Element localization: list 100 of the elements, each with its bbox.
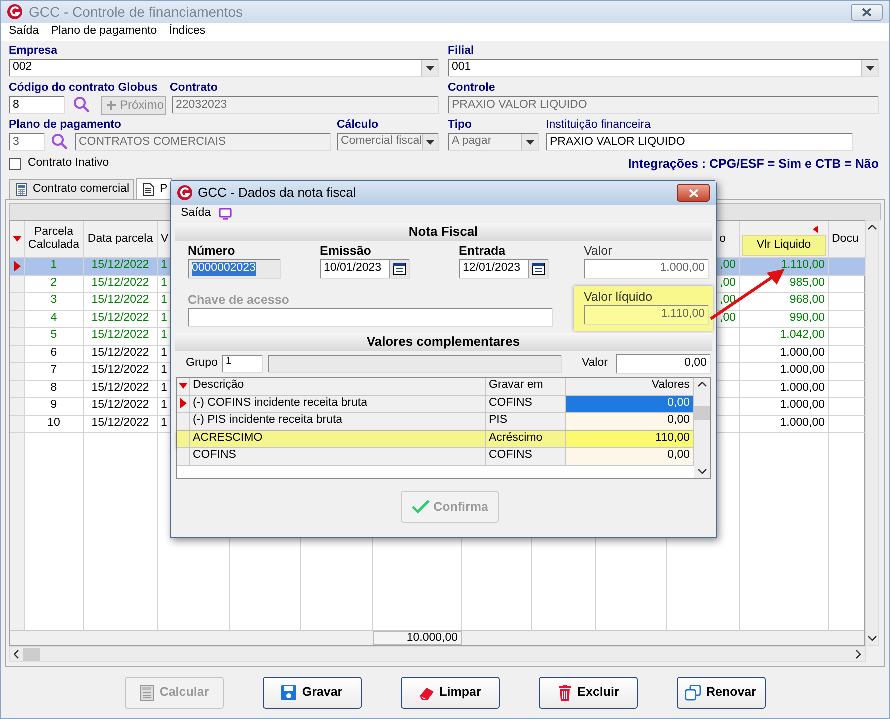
table-cell[interactable]: 0,00 [566, 396, 694, 413]
table-cell: 15/12/2022 [92, 416, 150, 431]
date-field[interactable]: 12/01/2023 [459, 259, 549, 279]
close-button[interactable] [851, 4, 883, 20]
input-field[interactable]: 3 [9, 133, 45, 151]
search-icon[interactable] [73, 96, 91, 114]
input-field[interactable]: 8 [9, 96, 65, 114]
horizontal-scrollbar[interactable] [9, 646, 866, 662]
field-label: Instituição financeira [546, 118, 651, 132]
date-field[interactable]: 10/01/2023 [320, 259, 410, 279]
scroll-thumb[interactable] [23, 648, 40, 660]
table-cell: ,00 [720, 276, 736, 291]
input-field[interactable]: PRAXIO VALOR LIQUIDO [546, 133, 853, 151]
caret-icon [426, 66, 434, 70]
checkbox[interactable] [9, 158, 21, 170]
table-cell: 15/12/2022 [92, 294, 150, 308]
table-cell[interactable]: 0,00 [566, 448, 694, 466]
row-pointer-icon [180, 398, 186, 410]
input-field[interactable]: 1.110,00 [584, 305, 709, 325]
field-label: Controle [448, 81, 496, 95]
input-field[interactable]: PRAXIO VALOR LIQUIDO [448, 96, 879, 114]
close-button[interactable] [677, 184, 710, 202]
input-field[interactable]: 22032023 [172, 96, 439, 114]
table-cell: 15/12/2022 [92, 346, 150, 361]
dialog-title: GCC - Dados da nota fiscal [198, 185, 356, 201]
close-icon[interactable] [862, 8, 872, 16]
action-button[interactable]: Gravar [262, 676, 362, 708]
column-header[interactable]: o [720, 232, 726, 246]
app-logo-icon [7, 4, 23, 20]
input-field[interactable] [268, 355, 562, 373]
input-field[interactable]: 1 [222, 355, 263, 373]
table-cell: 8 [50, 382, 58, 396]
action-button[interactable]: Limpar [400, 676, 500, 708]
table-cell: PIS [489, 414, 508, 428]
input-field[interactable]: CONTRATOS COMERCIAIS [75, 133, 331, 151]
menu-item[interactable]: Plano de pagamento [51, 25, 158, 39]
vertical-scrollbar[interactable] [865, 220, 879, 646]
column-header[interactable]: V [161, 232, 169, 246]
field-label: Valor [582, 357, 608, 371]
table-cell: 1 [161, 416, 168, 431]
menu-item[interactable]: Saída [181, 207, 212, 221]
table-cell: 1 [161, 294, 168, 308]
input-field[interactable]: 1.000,00 [584, 259, 709, 279]
table-cell[interactable]: 110,00 [566, 430, 694, 448]
table-cell: 1.000,00 [780, 346, 825, 361]
field-label: Plano de pagamento [9, 118, 122, 132]
integration-status: Integrações : CPG/ESF = Sim e CTB = Não [628, 156, 879, 172]
table-cell: 985,00 [790, 276, 825, 291]
table-cell: ,00 [720, 312, 736, 326]
table-cell: 5 [50, 329, 58, 344]
sort-marker-icon [178, 383, 188, 390]
menu-item[interactable]: Saída [9, 25, 40, 39]
field-label: Contrato [170, 81, 218, 95]
action-button[interactable]: Excluir [538, 676, 638, 708]
dropdown-field[interactable]: 002 [9, 59, 439, 77]
calendar-icon[interactable] [393, 263, 406, 275]
tab[interactable]: Contrato comercial [9, 179, 134, 199]
column-header[interactable]: Vlr Liquido [742, 235, 826, 256]
field-label: Valor [584, 244, 614, 258]
table-cell: 4 [50, 312, 58, 326]
plus-icon [106, 100, 117, 110]
table-cell: 15/12/2022 [92, 329, 150, 344]
table-cell: 2 [50, 276, 58, 291]
checkmark-icon [412, 500, 430, 514]
table-cell[interactable]: 0,00 [566, 413, 694, 430]
trash-icon [556, 684, 573, 700]
document-icon [143, 183, 154, 196]
input-field[interactable]: 0000002023 [188, 259, 281, 279]
section-header: Nota Fiscal [175, 223, 712, 241]
calendar-icon[interactable] [532, 263, 545, 275]
table-cell: 1 [50, 259, 58, 274]
field-label: Filial [448, 44, 474, 58]
input-field[interactable] [188, 308, 553, 327]
scroll-up-icon [868, 225, 876, 230]
table-cell: 968,00 [790, 294, 825, 308]
table-cell: (-) COFINS incidente receita bruta [193, 396, 368, 411]
sort-marker-icon [12, 236, 22, 242]
table-cell: 1 [161, 382, 168, 396]
dropdown-field[interactable]: 001 [448, 59, 879, 77]
menu-item[interactable]: Índices [169, 25, 206, 39]
calculator-icon [16, 183, 27, 196]
search-icon[interactable] [51, 133, 69, 151]
scroll-thumb[interactable] [694, 406, 710, 420]
column-header[interactable]: Descrição [193, 379, 244, 394]
table-cell: 15/12/2022 [92, 399, 150, 414]
row-pointer-icon [14, 260, 20, 272]
field-label: Entrada [459, 244, 507, 258]
sort-marker-icon [813, 226, 818, 233]
vertical-scrollbar[interactable] [694, 378, 710, 478]
table-cell: 1 [161, 276, 168, 291]
monitor-icon[interactable] [219, 208, 232, 220]
table-cell: 3 [50, 294, 58, 308]
action-button[interactable]: Renovar [676, 676, 766, 708]
total-cell: 10.000,00 [373, 631, 462, 645]
tab[interactable]: P [136, 178, 172, 200]
table-cell: ,00 [720, 294, 736, 308]
table-cell: 1 [161, 399, 168, 414]
scroll-up-icon [698, 382, 706, 387]
input-field[interactable]: 0,00 [616, 354, 711, 374]
scroll-down-icon [868, 636, 876, 641]
